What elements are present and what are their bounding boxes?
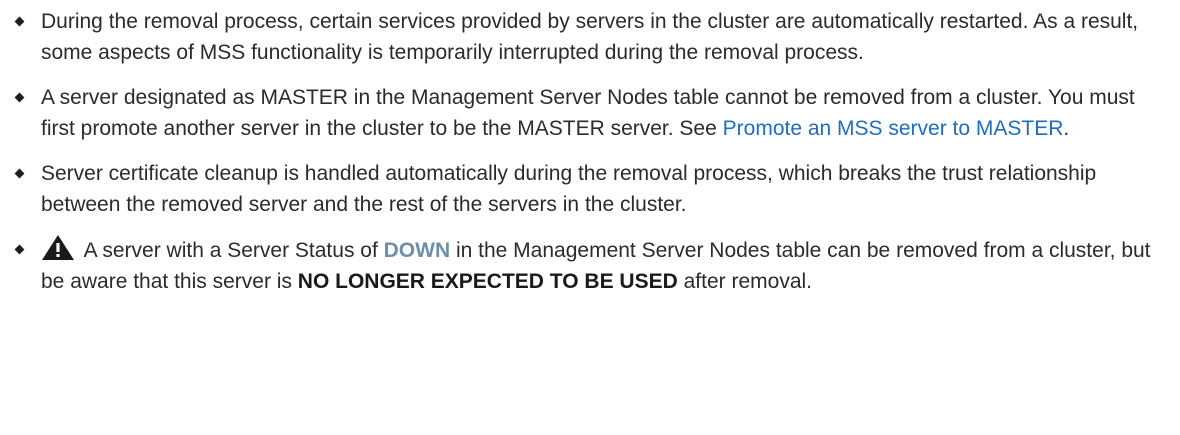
diamond-bullet-icon (14, 16, 25, 27)
promote-mss-server-link[interactable]: Promote an MSS server to MASTER (723, 117, 1064, 140)
note-text: During the removal process, certain serv… (41, 10, 1139, 64)
warning-icon (41, 234, 75, 261)
removal-notes-list: During the removal process, certain serv… (0, 6, 1180, 297)
diamond-bullet-icon (14, 92, 25, 103)
note-text-end: . (1063, 117, 1070, 140)
server-status-down-label: DOWN (383, 239, 451, 262)
list-item: A server with a Server Status of DOWN in… (0, 234, 1180, 297)
diamond-bullet-icon (14, 168, 25, 179)
list-item: Server certificate cleanup is handled au… (0, 158, 1180, 220)
note-text: Server certificate cleanup is handled au… (41, 162, 1097, 216)
note-text-end: after removal. (677, 270, 812, 293)
emphasis-text: NO LONGER EXPECTED TO BE USED (297, 270, 678, 293)
list-item: A server designated as MASTER in the Man… (0, 82, 1180, 144)
list-item: During the removal process, certain serv… (0, 6, 1180, 68)
diamond-bullet-icon (14, 244, 25, 255)
note-text: A server with a Server Status of (79, 239, 384, 262)
